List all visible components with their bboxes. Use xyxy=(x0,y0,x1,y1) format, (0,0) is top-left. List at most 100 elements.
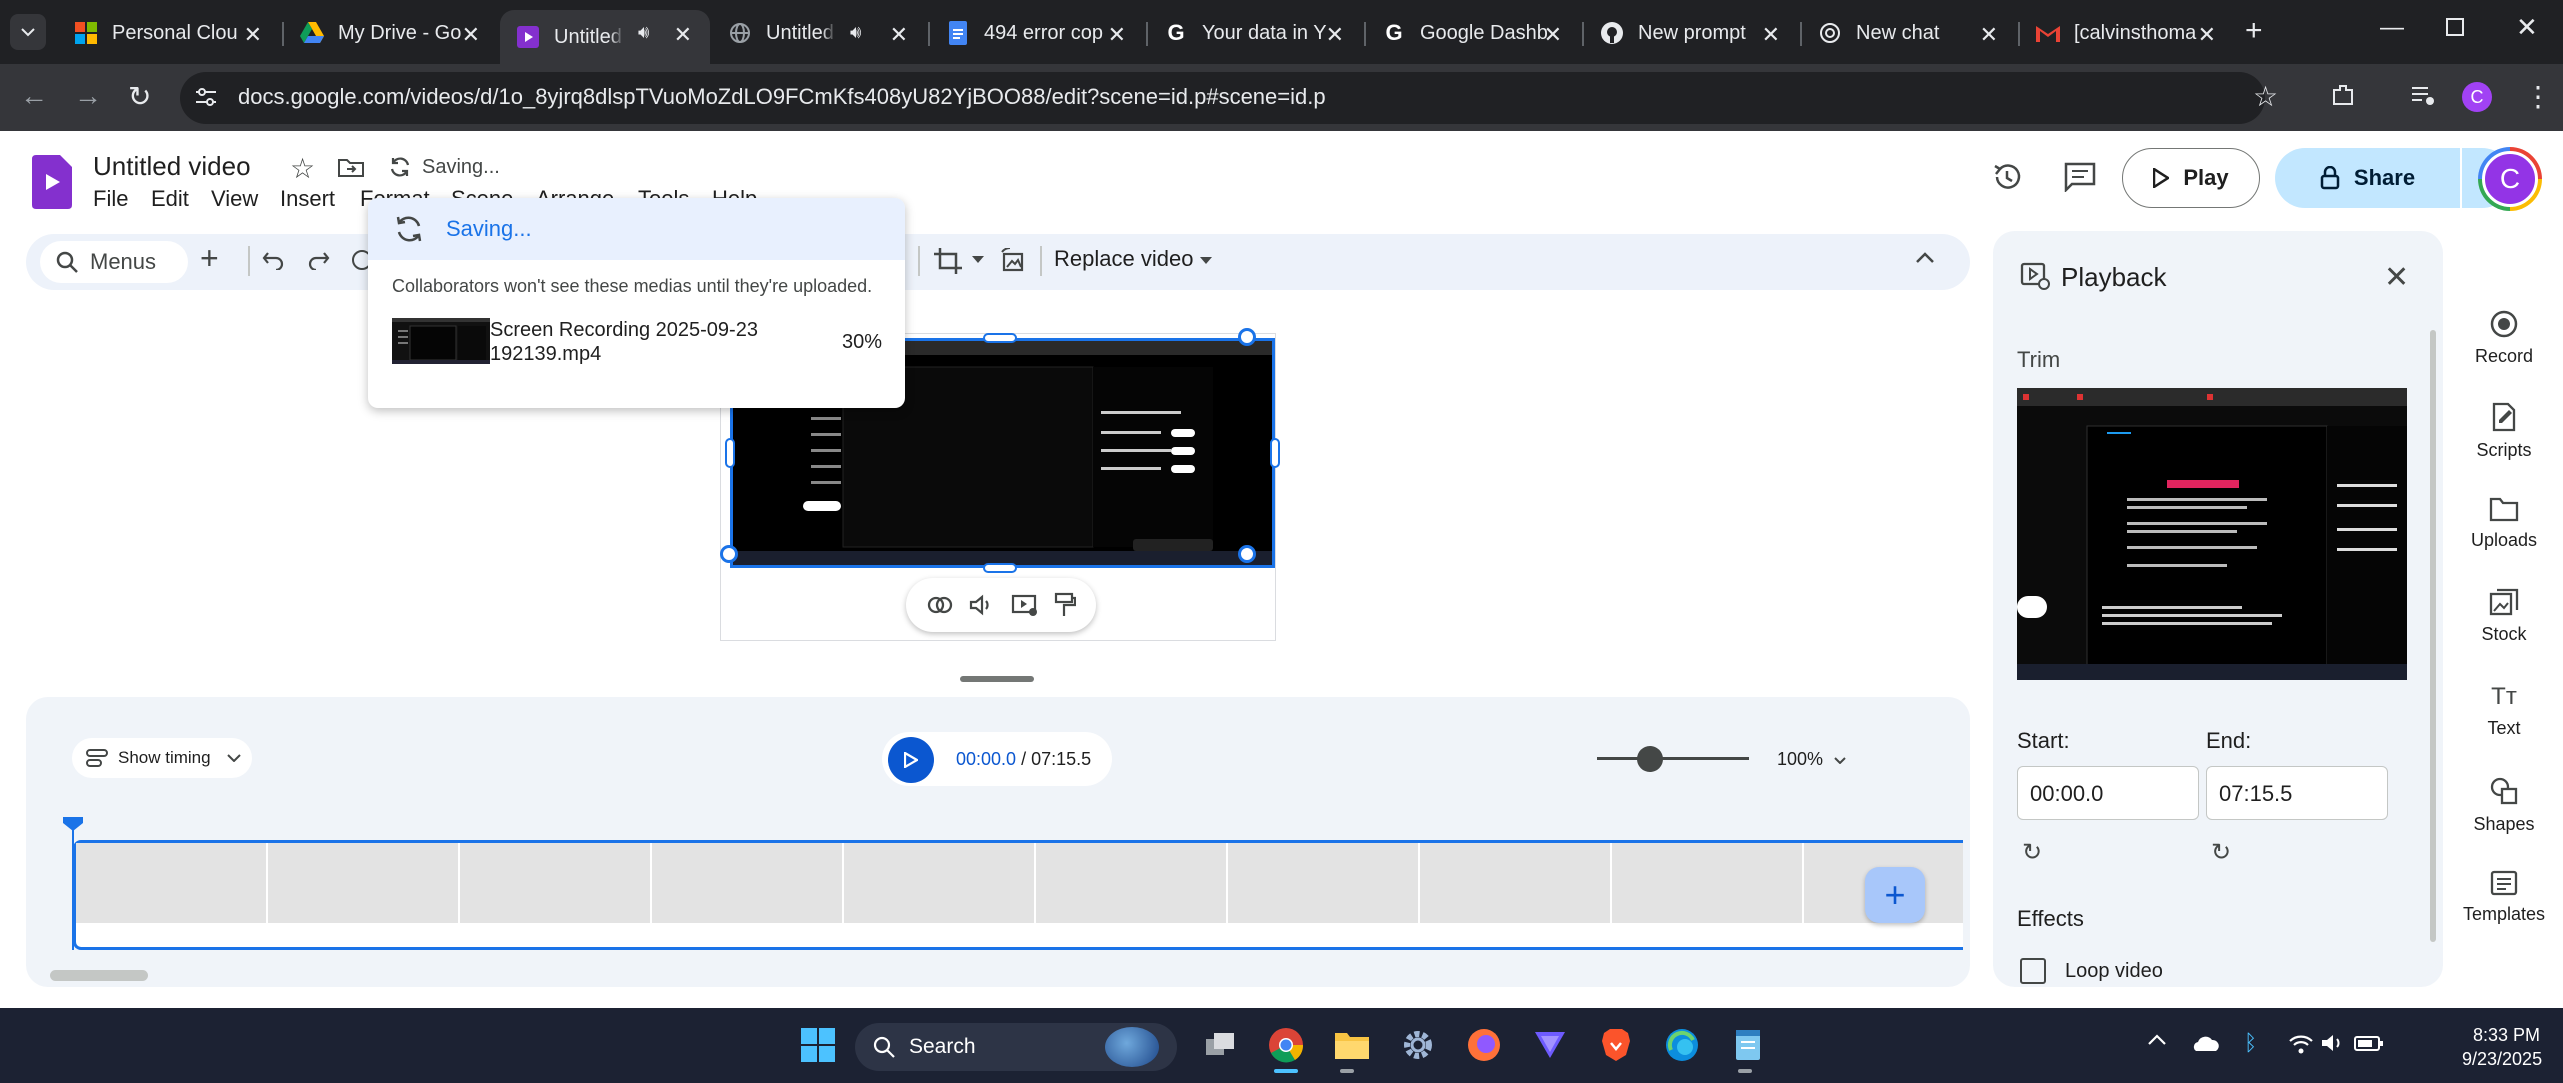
undo-icon[interactable] xyxy=(262,250,284,270)
rail-shapes[interactable]: Shapes xyxy=(2466,776,2542,835)
menu-view[interactable]: View xyxy=(211,186,258,212)
rail-record[interactable]: Record xyxy=(2466,310,2542,367)
browser-tab[interactable]: Personal Clou ✕ xyxy=(58,10,280,56)
panel-scrollbar[interactable] xyxy=(2430,330,2436,942)
link-icon[interactable] xyxy=(926,593,954,617)
resize-handle-top[interactable] xyxy=(983,333,1017,343)
close-tab-icon[interactable]: ✕ xyxy=(462,22,480,48)
url-text[interactable]: docs.google.com/videos/d/1o_8yjrq8dlspTV… xyxy=(238,84,1326,110)
browser-tab-active[interactable]: Untitled vi 🔊︎ ✕ xyxy=(500,10,710,64)
brave-icon[interactable] xyxy=(1596,1025,1636,1065)
move-folder-icon[interactable] xyxy=(337,156,365,178)
restore-icon[interactable] xyxy=(2446,18,2464,36)
resize-handle[interactable] xyxy=(1238,328,1256,346)
taskbar-clock[interactable]: 8:33 PM 9/23/2025 xyxy=(2462,1023,2542,1071)
browser-profile-avatar[interactable]: C xyxy=(2462,82,2492,112)
zoom-slider-thumb[interactable] xyxy=(1637,746,1664,772)
replace-video-button[interactable]: Replace video xyxy=(1054,246,1212,272)
resize-handle-bottom[interactable] xyxy=(983,563,1017,573)
tab-search-button[interactable] xyxy=(10,14,46,50)
add-clip-button[interactable]: + xyxy=(1865,867,1925,923)
settings-gear-icon[interactable] xyxy=(1398,1025,1438,1065)
play-button[interactable]: Play xyxy=(2122,148,2260,208)
browser-tab[interactable]: G Your data in Y ✕ xyxy=(1148,10,1362,56)
close-tab-icon[interactable]: ✕ xyxy=(1762,22,1780,48)
media-controls-icon[interactable] xyxy=(2410,84,2436,106)
browser-tab[interactable]: New prompt ✕ xyxy=(1584,10,1798,56)
redo-icon[interactable] xyxy=(308,250,330,270)
chrome-taskbar-icon[interactable] xyxy=(1266,1025,1306,1065)
tray-overflow-icon[interactable] xyxy=(2148,1034,2166,1045)
volume-icon[interactable] xyxy=(969,593,995,617)
file-explorer-icon[interactable] xyxy=(1332,1025,1372,1065)
account-avatar[interactable]: C xyxy=(2478,147,2542,211)
speaker-icon[interactable]: 🔊︎ xyxy=(638,22,649,43)
bluetooth-icon[interactable]: ᛒ xyxy=(2244,1030,2257,1056)
reset-start-icon[interactable]: ↻ xyxy=(2022,838,2042,867)
close-tab-icon[interactable]: ✕ xyxy=(1980,22,1998,48)
close-tab-icon[interactable]: ✕ xyxy=(890,22,908,48)
rail-text[interactable]: Tт Text xyxy=(2466,684,2542,739)
browser-tab[interactable]: [calvinsthoma ✕ xyxy=(2020,10,2234,56)
task-view-icon[interactable] xyxy=(1200,1025,1240,1065)
playhead-marker[interactable] xyxy=(63,817,83,831)
zoom-level[interactable]: 100% xyxy=(1777,749,1846,770)
rail-stock[interactable]: Stock xyxy=(2466,588,2542,645)
close-tab-icon[interactable]: ✕ xyxy=(1544,22,1562,48)
trim-start-input[interactable]: 00:00.0 xyxy=(2017,766,2199,820)
close-tab-icon[interactable]: ✕ xyxy=(674,22,692,48)
browser-menu-icon[interactable]: ⋮ xyxy=(2524,80,2552,113)
panel-resize-grip[interactable] xyxy=(960,676,1034,682)
forward-arrow-icon[interactable]: → xyxy=(74,80,102,112)
resize-handle[interactable] xyxy=(720,545,738,563)
notepad-icon[interactable] xyxy=(1728,1025,1768,1065)
video-settings-icon[interactable] xyxy=(1011,593,1039,617)
back-arrow-icon[interactable]: ← xyxy=(20,80,48,112)
reset-end-icon[interactable]: ↻ xyxy=(2211,838,2231,867)
extensions-icon[interactable] xyxy=(2330,82,2356,108)
browser-tab[interactable]: My Drive - Go ✕ xyxy=(284,10,498,56)
menu-file[interactable]: File xyxy=(93,186,128,212)
reload-icon[interactable]: ↻ xyxy=(128,80,151,113)
paint-format-icon[interactable] xyxy=(1054,592,1077,618)
close-tab-icon[interactable]: ✕ xyxy=(1326,22,1344,48)
google-vids-logo[interactable] xyxy=(32,155,72,209)
minimize-icon[interactable]: — xyxy=(2380,14,2404,42)
document-title[interactable]: Untitled video xyxy=(93,151,251,182)
close-tab-icon[interactable]: ✕ xyxy=(1108,22,1126,48)
menu-edit[interactable]: Edit xyxy=(151,186,189,212)
speaker-icon[interactable]: 🔊︎ xyxy=(850,22,861,43)
version-history-icon[interactable] xyxy=(1990,160,2024,194)
timeline-scrollbar[interactable] xyxy=(50,970,148,981)
comments-icon[interactable] xyxy=(2064,162,2096,192)
zoom-slider-track[interactable] xyxy=(1597,757,1749,760)
resize-handle-right[interactable] xyxy=(1270,438,1280,468)
replace-image-icon[interactable] xyxy=(1000,248,1026,274)
speaker-tray-icon[interactable] xyxy=(2320,1032,2346,1054)
windows-start-icon[interactable] xyxy=(798,1025,838,1065)
edge-icon[interactable] xyxy=(1662,1025,1702,1065)
star-icon[interactable]: ☆ xyxy=(290,152,315,185)
taskbar-search-box[interactable]: Search xyxy=(855,1023,1177,1071)
rail-uploads[interactable]: Uploads xyxy=(2466,496,2542,551)
bookmark-star-icon[interactable]: ☆ xyxy=(2253,80,2278,113)
vpn-app-icon[interactable] xyxy=(1530,1025,1570,1065)
crop-dropdown-icon[interactable] xyxy=(972,256,984,263)
timeline-play-button[interactable] xyxy=(888,737,934,783)
firefox-icon[interactable] xyxy=(1464,1025,1504,1065)
site-info-icon[interactable] xyxy=(194,86,218,108)
crop-icon[interactable] xyxy=(934,248,962,274)
browser-tab[interactable]: New chat ✕ xyxy=(1802,10,2016,56)
collapse-toolbar-icon[interactable] xyxy=(1916,252,1934,263)
browser-tab[interactable]: Untitled vi 🔊︎ ✕ xyxy=(712,10,926,56)
close-window-icon[interactable]: ✕ xyxy=(2516,12,2538,43)
add-icon[interactable]: + xyxy=(200,240,219,277)
trim-end-input[interactable]: 07:15.5 xyxy=(2206,766,2388,820)
browser-tab[interactable]: 494 error cop ✕ xyxy=(930,10,1144,56)
resize-handle-left[interactable] xyxy=(725,438,735,468)
rail-scripts[interactable]: Scripts xyxy=(2466,402,2542,461)
trim-preview[interactable] xyxy=(2017,388,2407,680)
loop-video-checkbox[interactable] xyxy=(2020,958,2046,984)
share-button[interactable]: Share xyxy=(2275,148,2460,208)
close-tab-icon[interactable]: ✕ xyxy=(2198,22,2216,48)
